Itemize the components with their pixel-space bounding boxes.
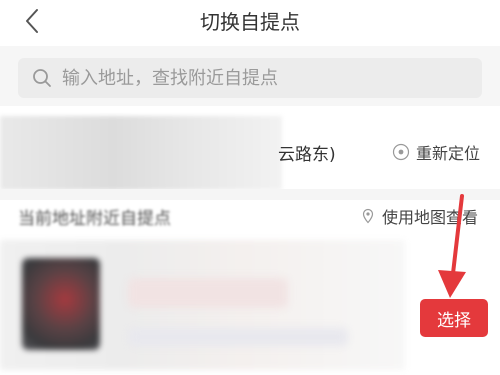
page-title: 切换自提点 (200, 10, 300, 34)
store-list-item[interactable]: 选择 (0, 240, 500, 375)
map-view-button[interactable]: 使用地图查看 (360, 204, 478, 228)
blurred-store-address (128, 328, 348, 346)
search-bar (0, 46, 500, 106)
map-pin-icon (362, 208, 374, 224)
blurred-address (0, 116, 282, 190)
current-location-row: 云路东) 重新定位 (0, 112, 500, 190)
store-thumbnail (22, 258, 100, 350)
select-button[interactable]: 选择 (420, 299, 488, 337)
locate-icon (392, 143, 410, 161)
nearby-label: 当前地址附近自提点 (18, 209, 171, 229)
header: 切换自提点 (0, 0, 500, 46)
search-input[interactable] (62, 58, 462, 98)
search-box[interactable] (18, 58, 482, 98)
blurred-store-name (128, 278, 288, 308)
relocate-button[interactable]: 重新定位 (392, 140, 480, 164)
relocate-label: 重新定位 (416, 144, 481, 163)
map-view-label: 使用地图查看 (382, 208, 479, 227)
search-icon (33, 69, 51, 87)
current-address-text: 云路东) (278, 145, 336, 165)
nearby-header: 当前地址附近自提点 使用地图查看 (0, 200, 500, 238)
